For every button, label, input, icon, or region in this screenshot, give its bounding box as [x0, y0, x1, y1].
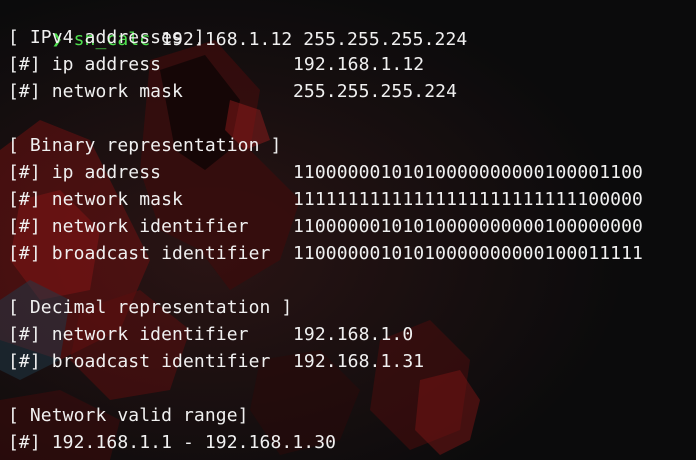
row-value: 192.168.1.31: [293, 351, 425, 372]
row-label: [#] network mask: [8, 81, 183, 102]
row-value: 255.255.255.224: [293, 81, 458, 102]
row-label: [#] broadcast identifier: [8, 243, 271, 264]
row-value: 11000000101010000000000100001100: [293, 162, 643, 183]
output-row: [#] network mask 111111111111111111111111…: [8, 186, 643, 213]
output-row: [#] ip address 11000000101010000000000100…: [8, 159, 643, 186]
section-header-binary: [ Binary representation ]: [8, 135, 282, 156]
section-header-decimal: [ Decimal representation ]: [8, 297, 293, 318]
row-value: 11000000101010000000000100011111: [293, 243, 643, 264]
output-row: [#] network mask 255.255.255.224: [8, 78, 457, 105]
output-row: [#] ip address 192.168.1.12: [8, 51, 424, 78]
output-row: [#] broadcast identifier 1100000010101000…: [8, 240, 643, 267]
terminal-output[interactable]: ❯ sn_calc 192.168.1.12 255.255.255.224 […: [0, 0, 696, 460]
valid-range-line: [#] 192.168.1.1 - 192.168.1.30: [8, 432, 337, 453]
row-value: 192.168.1.0: [293, 324, 414, 345]
command-line: ❯ sn_calc 192.168.1.12 255.255.255.224: [8, 0, 468, 50]
row-label: [#] network identifier: [8, 324, 249, 345]
output-row: [#] network identifier 192.168.1.0: [8, 321, 413, 348]
row-value: 11111111111111111111111111100000: [293, 189, 643, 210]
output-row: [#] broadcast identifier 192.168.1.31: [8, 348, 424, 375]
row-value: 11000000101010000000000100000000: [293, 216, 643, 237]
row-label: [#] network mask: [8, 189, 183, 210]
section-header-range: [ Network valid range]: [8, 405, 249, 426]
row-label: [#] ip address: [8, 162, 162, 183]
row-label: [#] broadcast identifier: [8, 351, 271, 372]
section-header-ipv4: [ IPv4 addresses ]: [8, 27, 205, 48]
row-label: [#] network identifier: [8, 216, 249, 237]
row-label: [#] ip address: [8, 54, 162, 75]
output-row: [#] network identifier 110000001010100000…: [8, 213, 643, 240]
row-value: 192.168.1.12: [293, 54, 425, 75]
